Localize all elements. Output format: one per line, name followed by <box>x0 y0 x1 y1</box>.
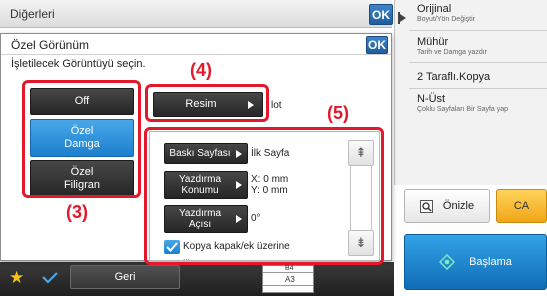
callout-box-4 <box>145 84 269 122</box>
paper-size-a3: A3 <box>285 275 295 284</box>
callout-box-5 <box>144 127 384 265</box>
background-title: Diğerleri <box>10 7 55 21</box>
callout-label-4: (4) <box>190 60 212 80</box>
image-suffix-text: lot <box>271 100 282 111</box>
right-item-subtitle: Tarih ve Damga yazdır <box>417 49 488 56</box>
callout-label-5: (5) <box>327 103 349 123</box>
clear-all-button[interactable]: CA <box>496 189 547 223</box>
check-icon[interactable] <box>36 264 64 292</box>
right-item-orijinal[interactable]: Orijinal Boyut/Yön Değiştir <box>417 3 545 23</box>
right-panel: Orijinal Boyut/Yön Değiştir Mühür Tarih … <box>394 0 547 185</box>
back-button[interactable]: Geri <box>70 265 180 289</box>
right-item-2-tarafli-kopya[interactable]: 2 Taraflı.Kopya <box>417 71 545 83</box>
favorite-star-icon[interactable]: ★ <box>9 268 24 288</box>
background-ok-button[interactable]: OK <box>369 4 393 25</box>
right-item-title: Orijinal <box>417 3 452 15</box>
right-item-title: Mühür <box>417 36 449 48</box>
divider <box>409 62 547 63</box>
divider <box>1 54 391 55</box>
start-button[interactable]: Başlama <box>404 234 547 290</box>
background-header <box>0 0 392 28</box>
dialog-ok-button[interactable]: OK <box>366 36 388 54</box>
right-item-muhur[interactable]: Mühür Tarih ve Damga yazdır <box>417 36 545 56</box>
callout-label-3: (3) <box>66 202 88 222</box>
right-item-subtitle: Çoklu Sayfaları Bir Sayfa yap <box>417 106 509 113</box>
divider <box>409 88 547 89</box>
right-item-title: 2 Taraflı.Kopya <box>417 71 491 83</box>
right-item-subtitle: Boyut/Yön Değiştir <box>417 16 475 23</box>
divider <box>263 272 313 273</box>
paper-size-b4: B4 <box>285 265 294 272</box>
paper-size-indicator: B4 A3 <box>262 265 314 293</box>
magnifier-icon <box>419 199 433 213</box>
expand-arrow-icon[interactable] <box>400 14 406 22</box>
right-item-n-ust[interactable]: N-Üst Çoklu Sayfaları Bir Sayfa yap <box>417 93 545 113</box>
right-item-title: N-Üst <box>417 93 446 105</box>
divider <box>409 30 547 31</box>
callout-box-3 <box>22 80 141 198</box>
dialog-title: Özel Görünüm <box>11 38 90 52</box>
start-label: Başlama <box>469 256 512 268</box>
dialog-instruction: İşletilecek Görüntüyü seçin. <box>11 58 146 70</box>
preview-button[interactable]: Önizle <box>404 189 490 223</box>
preview-label: Önizle <box>442 200 475 212</box>
divider <box>263 285 313 286</box>
start-diamond-icon <box>439 254 456 270</box>
